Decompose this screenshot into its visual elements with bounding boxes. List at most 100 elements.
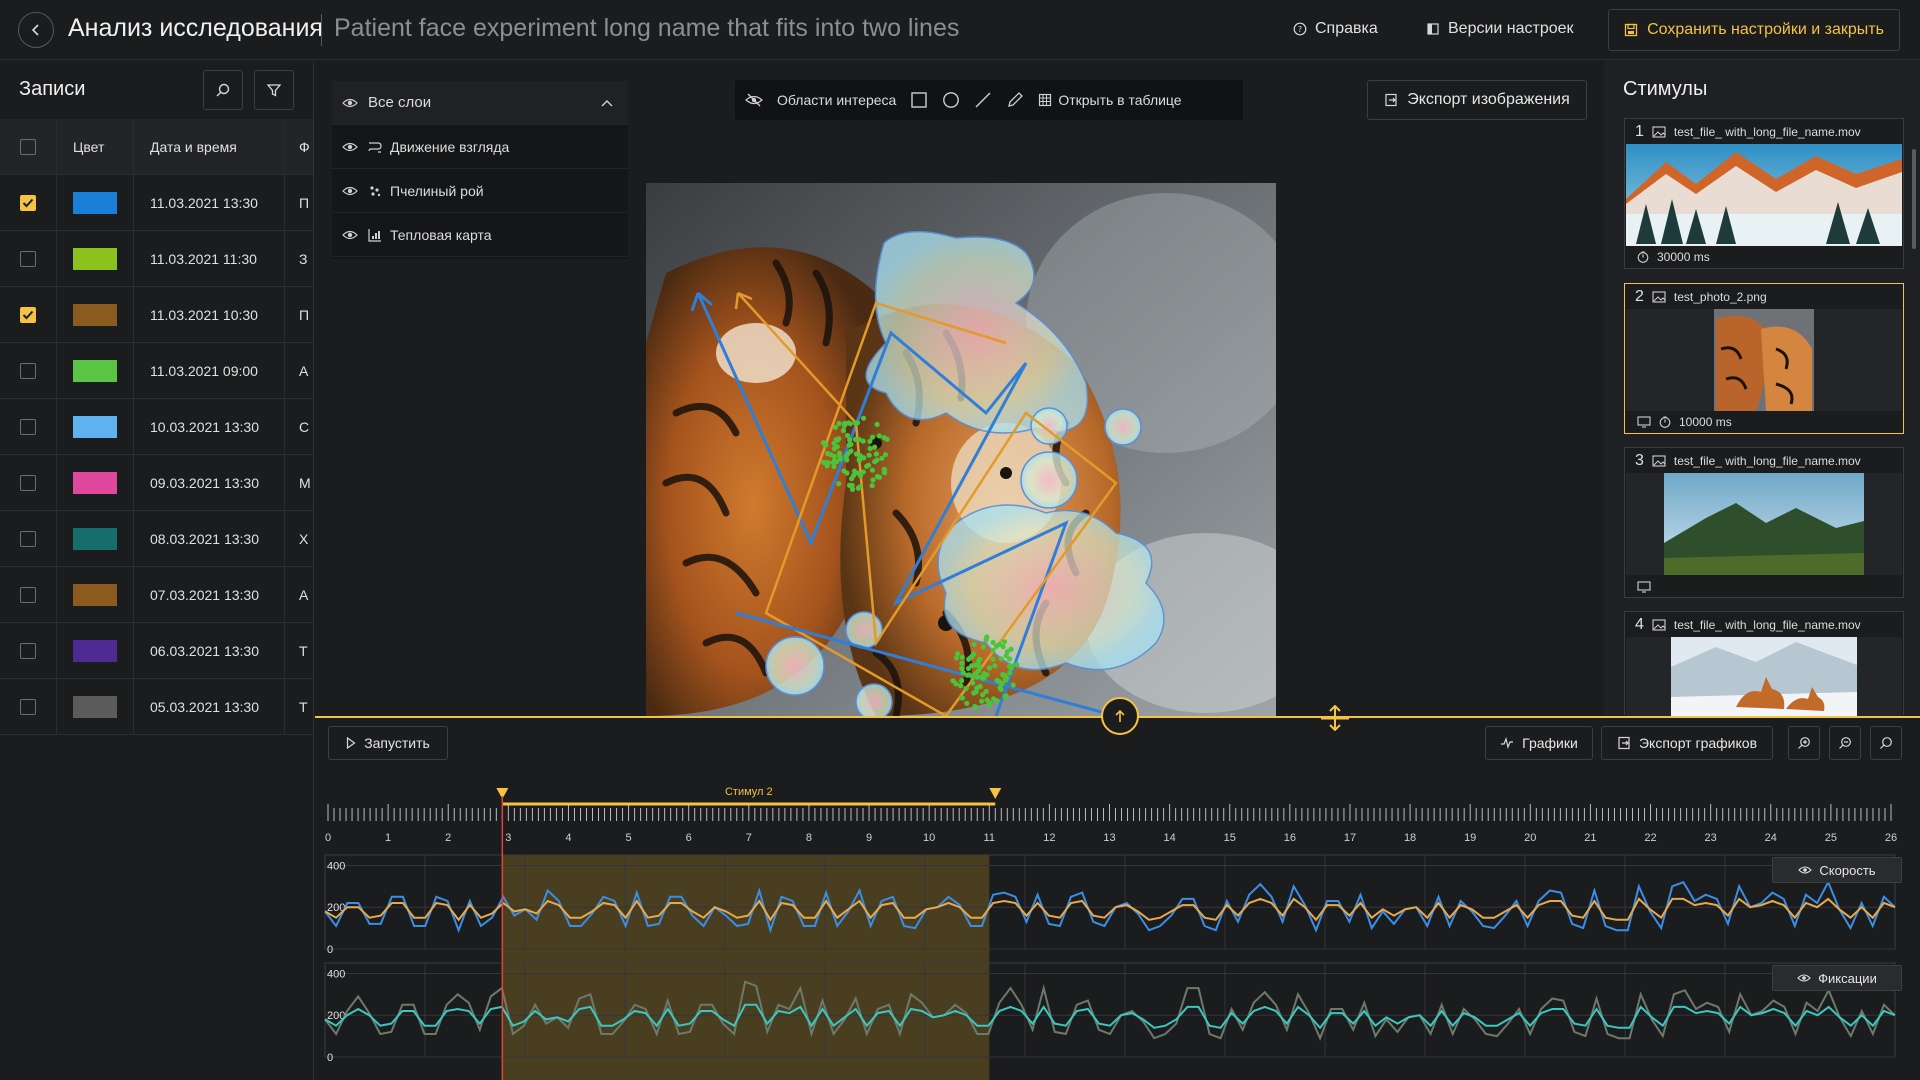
settings-versions-link[interactable]: Версии настроек: [1426, 20, 1574, 38]
zoom-out-button[interactable]: [1829, 726, 1861, 760]
ellipse-tool-icon[interactable]: [942, 91, 960, 109]
datetime-cell: 10.03.2021 13:30: [134, 399, 285, 454]
swarm-dot: [881, 466, 887, 472]
fixations-toggle[interactable]: Фиксации: [1772, 965, 1902, 991]
row-checkbox[interactable]: [20, 530, 36, 547]
swarm-dot: [969, 653, 975, 659]
select-all-checkbox[interactable]: [20, 138, 36, 155]
color-swatch[interactable]: [73, 471, 117, 494]
color-swatch[interactable]: [73, 359, 117, 382]
zoom-in-button[interactable]: [1788, 726, 1820, 760]
stimulus-card-4[interactable]: 4 test_file_ with_long_file_name.mov: [1624, 611, 1904, 716]
table-header: Цвет Дата и время Ф: [0, 119, 313, 175]
swarm-dot: [861, 415, 867, 421]
swarm-dot: [1008, 646, 1014, 652]
swarm-dot: [964, 700, 970, 706]
column-header-name[interactable]: Ф: [285, 119, 313, 174]
column-header-datetime[interactable]: Дата и время: [134, 119, 285, 174]
stimulus-card-1[interactable]: 1 test_file_ with_long_file_name.mov 300…: [1624, 118, 1904, 269]
color-swatch[interactable]: [73, 247, 117, 270]
table-row[interactable]: 11.03.2021 11:30 З: [0, 231, 313, 287]
table-row[interactable]: 11.03.2021 10:30 П: [0, 287, 313, 343]
search-records-button[interactable]: [203, 70, 243, 110]
row-checkbox-cell: [0, 567, 57, 622]
row-checkbox[interactable]: [20, 418, 36, 435]
row-checkbox-cell: [0, 231, 57, 286]
swarm-dot: [1000, 672, 1006, 678]
table-row[interactable]: 09.03.2021 13:30 М: [0, 455, 313, 511]
row-checkbox[interactable]: [20, 250, 36, 267]
row-checkbox[interactable]: [20, 194, 36, 211]
filter-records-button[interactable]: [254, 70, 294, 110]
row-checkbox[interactable]: [20, 642, 36, 659]
table-row[interactable]: 07.03.2021 13:30 А: [0, 567, 313, 623]
timeline-chart[interactable]: 0 1 2 3 4 5 6 7 8 9 10 11 12 13 14 15 16 17 18 19 20 21 22 23 24…: [315, 768, 1920, 1080]
back-button[interactable]: [18, 12, 54, 48]
export-image-button[interactable]: Экспорт изображения: [1367, 80, 1587, 120]
x-tick-label: 0: [325, 832, 331, 844]
stimuli-panel: Стимулы 1 test_file_ with_long_file_name…: [1604, 61, 1920, 716]
collapse-timeline-button[interactable]: [1101, 697, 1139, 735]
layer-row[interactable]: Тепловая карта: [332, 213, 628, 257]
rectangle-tool-icon[interactable]: [910, 91, 928, 109]
save-and-close-button[interactable]: Сохранить настройки и закрыть: [1608, 9, 1900, 51]
eye-icon[interactable]: [332, 97, 368, 109]
name-cell: А: [299, 362, 309, 379]
color-swatch[interactable]: [73, 583, 117, 606]
monitor-icon: [1637, 581, 1651, 593]
table-row[interactable]: 10.03.2021 13:30 С: [0, 399, 313, 455]
zoom-fit-button[interactable]: [1870, 726, 1902, 760]
all-layers-row[interactable]: Все слои: [332, 81, 628, 125]
speed-toggle[interactable]: Скорость: [1772, 857, 1902, 883]
row-checkbox[interactable]: [20, 362, 36, 379]
open-in-table-button[interactable]: Открыть в таблице: [1038, 92, 1182, 108]
color-swatch[interactable]: [73, 639, 117, 662]
eye-icon[interactable]: [332, 229, 368, 241]
swarm-dot: [881, 435, 887, 441]
search-icon: [216, 83, 230, 97]
row-checkbox[interactable]: [20, 474, 36, 491]
pencil-tool-icon[interactable]: [1006, 91, 1024, 109]
color-swatch[interactable]: [73, 303, 117, 326]
swarm-dot: [977, 656, 983, 662]
table-row[interactable]: 11.03.2021 13:30 П: [0, 175, 313, 231]
x-tick-label: 3: [505, 832, 511, 844]
x-tick-label: 15: [1224, 832, 1236, 844]
x-tick-label: 17: [1344, 832, 1356, 844]
swarm-dot: [869, 467, 875, 473]
table-row[interactable]: 05.03.2021 13:30 Т: [0, 679, 313, 735]
stimulus-card-3[interactable]: 3 test_file_ with_long_file_name.mov: [1624, 447, 1904, 598]
run-button[interactable]: Запустить: [328, 726, 448, 760]
eye-off-icon[interactable]: [745, 93, 763, 107]
eye-icon[interactable]: [332, 141, 368, 153]
chevron-up-icon[interactable]: [600, 98, 614, 108]
line-tool-icon[interactable]: [974, 91, 992, 109]
color-swatch[interactable]: [73, 191, 117, 214]
table-row[interactable]: 11.03.2021 09:00 А: [0, 343, 313, 399]
color-swatch[interactable]: [73, 527, 117, 550]
charts-button[interactable]: Графики: [1485, 726, 1593, 760]
records-panel: Записи Цвет Дата и время Ф 11.03.2021 13…: [0, 61, 314, 1080]
help-link[interactable]: ? Справка: [1293, 20, 1378, 38]
resize-handle-icon[interactable]: [1320, 705, 1350, 731]
datetime-cell: 07.03.2021 13:30: [134, 567, 285, 622]
column-header-color[interactable]: Цвет: [57, 119, 134, 174]
table-row[interactable]: 06.03.2021 13:30 Т: [0, 623, 313, 679]
layer-row[interactable]: Пчелиный рой: [332, 169, 628, 213]
row-checkbox[interactable]: [20, 698, 36, 715]
color-swatch[interactable]: [73, 695, 117, 718]
x-tick-label: 2: [445, 832, 451, 844]
row-checkbox[interactable]: [20, 306, 36, 323]
stimulus-image[interactable]: [646, 183, 1276, 716]
stimulus-card-2[interactable]: 2 test_photo_2.png 10000 ms: [1624, 283, 1904, 434]
table-row[interactable]: 08.03.2021 13:30 Х: [0, 511, 313, 567]
layer-row[interactable]: Движение взгляда: [332, 125, 628, 169]
color-swatch[interactable]: [73, 415, 117, 438]
stimuli-scrollbar[interactable]: [1912, 149, 1916, 249]
export-charts-button[interactable]: Экспорт графиков: [1601, 726, 1773, 760]
swarm-dot: [1009, 663, 1015, 669]
swarm-dot: [836, 481, 842, 487]
row-checkbox-cell: [0, 623, 57, 678]
row-checkbox[interactable]: [20, 586, 36, 603]
eye-icon[interactable]: [332, 185, 368, 197]
